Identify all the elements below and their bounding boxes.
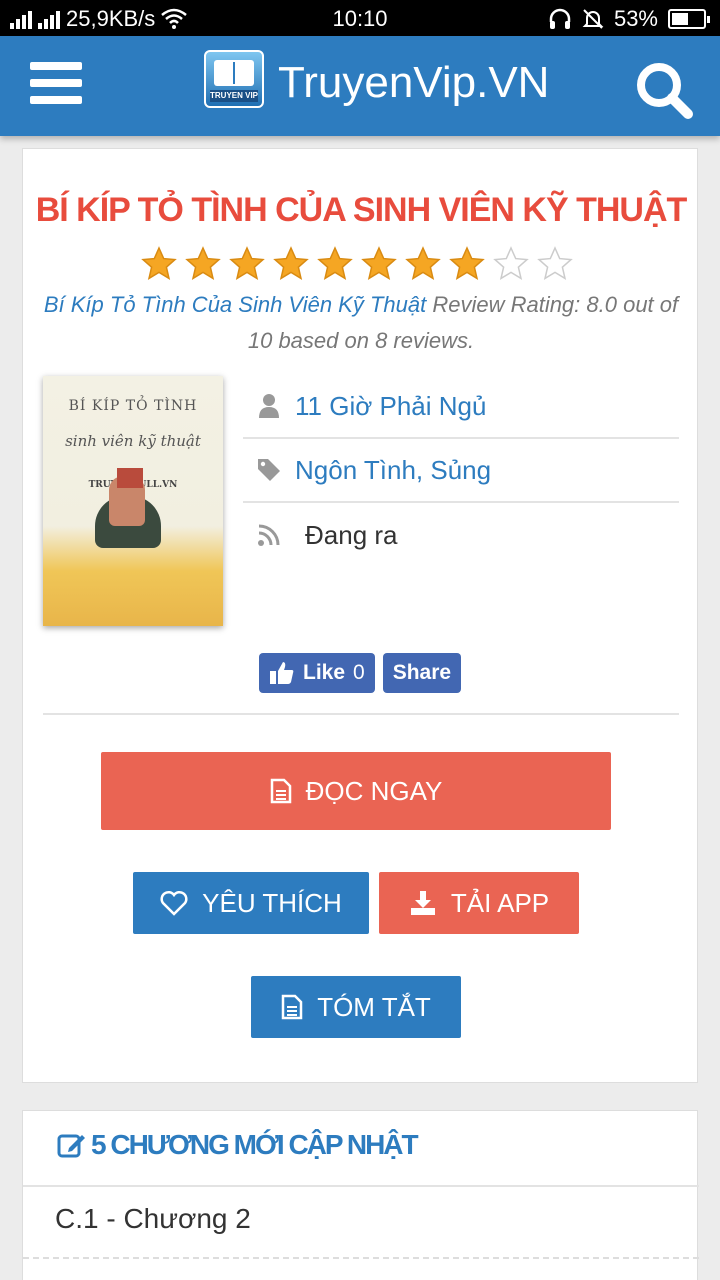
battery-icon	[668, 9, 710, 29]
star-empty-icon[interactable]	[493, 246, 529, 282]
read-now-button[interactable]: ĐỌC NGAY	[101, 752, 611, 830]
review-story-link[interactable]: Bí Kíp Tỏ Tình Của Sinh Viên Kỹ Thuật	[44, 292, 426, 317]
review-rating: Bí Kíp Tỏ Tình Của Sinh Viên Kỹ Thuật Re…	[37, 287, 685, 359]
tag-icon	[258, 459, 280, 481]
chapters-divider	[23, 1185, 699, 1187]
headset-icon	[549, 8, 571, 29]
star-filled-icon[interactable]	[449, 246, 485, 282]
social-buttons: Like 0 Share	[259, 653, 462, 693]
share-label: Share	[392, 661, 452, 684]
facebook-share-button[interactable]: Share	[382, 653, 462, 693]
story-title: BÍ KÍP TỎ TÌNH CỦA SINH VIÊN KỸ THUẬT	[35, 191, 688, 229]
heart-icon	[160, 890, 188, 916]
cover-title-line1: BÍ KÍP TỎ TÌNH	[68, 398, 198, 414]
status-row: Đang ra	[243, 503, 679, 567]
chapter-separator	[23, 1257, 699, 1259]
new-chapters-title: 5 CHƯƠNG MỚI CẬP NHẬT	[91, 1129, 419, 1160]
star-filled-icon[interactable]	[405, 246, 441, 282]
chapter-item[interactable]: C.1 - Chương 2	[55, 1203, 251, 1235]
search-icon[interactable]	[634, 60, 694, 120]
new-chapters-card: 5 CHƯƠNG MỚI CẬP NHẬT C.1 - Chương 2	[22, 1110, 699, 1280]
mute-icon	[582, 9, 604, 29]
document-icon	[270, 778, 291, 804]
star-filled-icon[interactable]	[185, 246, 221, 282]
favorite-label: YÊU THÍCH	[202, 887, 342, 918]
facebook-like-button[interactable]: Like 0	[259, 653, 375, 693]
like-count: 0	[353, 661, 365, 684]
user-icon	[259, 394, 279, 418]
story-cover[interactable]: BÍ KÍP TỎ TÌNH sinh viên kỹ thuật TRUYEN…	[43, 376, 223, 626]
edit-icon	[57, 1134, 85, 1158]
read-now-label: ĐỌC NGAY	[305, 775, 443, 806]
app-header: TRUYEN VIP TruyenVip.VN	[0, 36, 720, 136]
like-label: Like	[303, 661, 346, 684]
site-logo[interactable]: TRUYEN VIP	[204, 50, 264, 108]
download-app-label: TẢI APP	[450, 887, 550, 918]
rating-stars[interactable]	[141, 246, 573, 282]
rss-icon	[258, 524, 280, 546]
summary-button[interactable]: TÓM TẮT	[251, 976, 461, 1038]
cover-title-line2: sinh viên kỹ thuật	[65, 432, 201, 450]
battery-percent: 53%	[613, 6, 658, 31]
menu-icon[interactable]	[30, 62, 82, 108]
document-icon	[281, 994, 303, 1020]
star-filled-icon[interactable]	[361, 246, 397, 282]
logo-tag: TRUYEN VIP	[210, 90, 259, 102]
star-filled-icon[interactable]	[273, 246, 309, 282]
author-link[interactable]: 11 Giờ Phải Ngủ	[295, 391, 486, 422]
favorite-button[interactable]: YÊU THÍCH	[133, 872, 369, 934]
summary-label: TÓM TẮT	[317, 991, 431, 1022]
story-meta: 11 Giờ Phải Ngủ Ngôn Tình, Sủng Đang ra	[243, 375, 679, 567]
author-row: 11 Giờ Phải Ngủ	[243, 375, 679, 439]
genres-row: Ngôn Tình, Sủng	[243, 439, 679, 503]
story-status: Đang ra	[305, 519, 398, 550]
star-filled-icon[interactable]	[317, 246, 353, 282]
genres-link[interactable]: Ngôn Tình, Sủng	[295, 455, 491, 486]
new-chapters-heading: 5 CHƯƠNG MỚI CẬP NHẬT	[57, 1129, 419, 1161]
cover-book-illustration	[117, 468, 143, 488]
download-app-button[interactable]: TẢI APP	[379, 872, 579, 934]
star-filled-icon[interactable]	[141, 246, 177, 282]
status-bar: 25,9KB/s 10:10 53%	[0, 0, 720, 36]
book-icon	[214, 60, 254, 86]
download-icon	[410, 891, 435, 915]
story-card: BÍ KÍP TỎ TÌNH CỦA SINH VIÊN KỸ THUẬT Bí…	[22, 148, 698, 1083]
site-title[interactable]: TruyenVip.VN	[278, 58, 549, 108]
thumbs-up-icon	[270, 662, 294, 684]
star-filled-icon[interactable]	[229, 246, 265, 282]
star-empty-icon[interactable]	[537, 246, 573, 282]
divider	[43, 713, 679, 715]
